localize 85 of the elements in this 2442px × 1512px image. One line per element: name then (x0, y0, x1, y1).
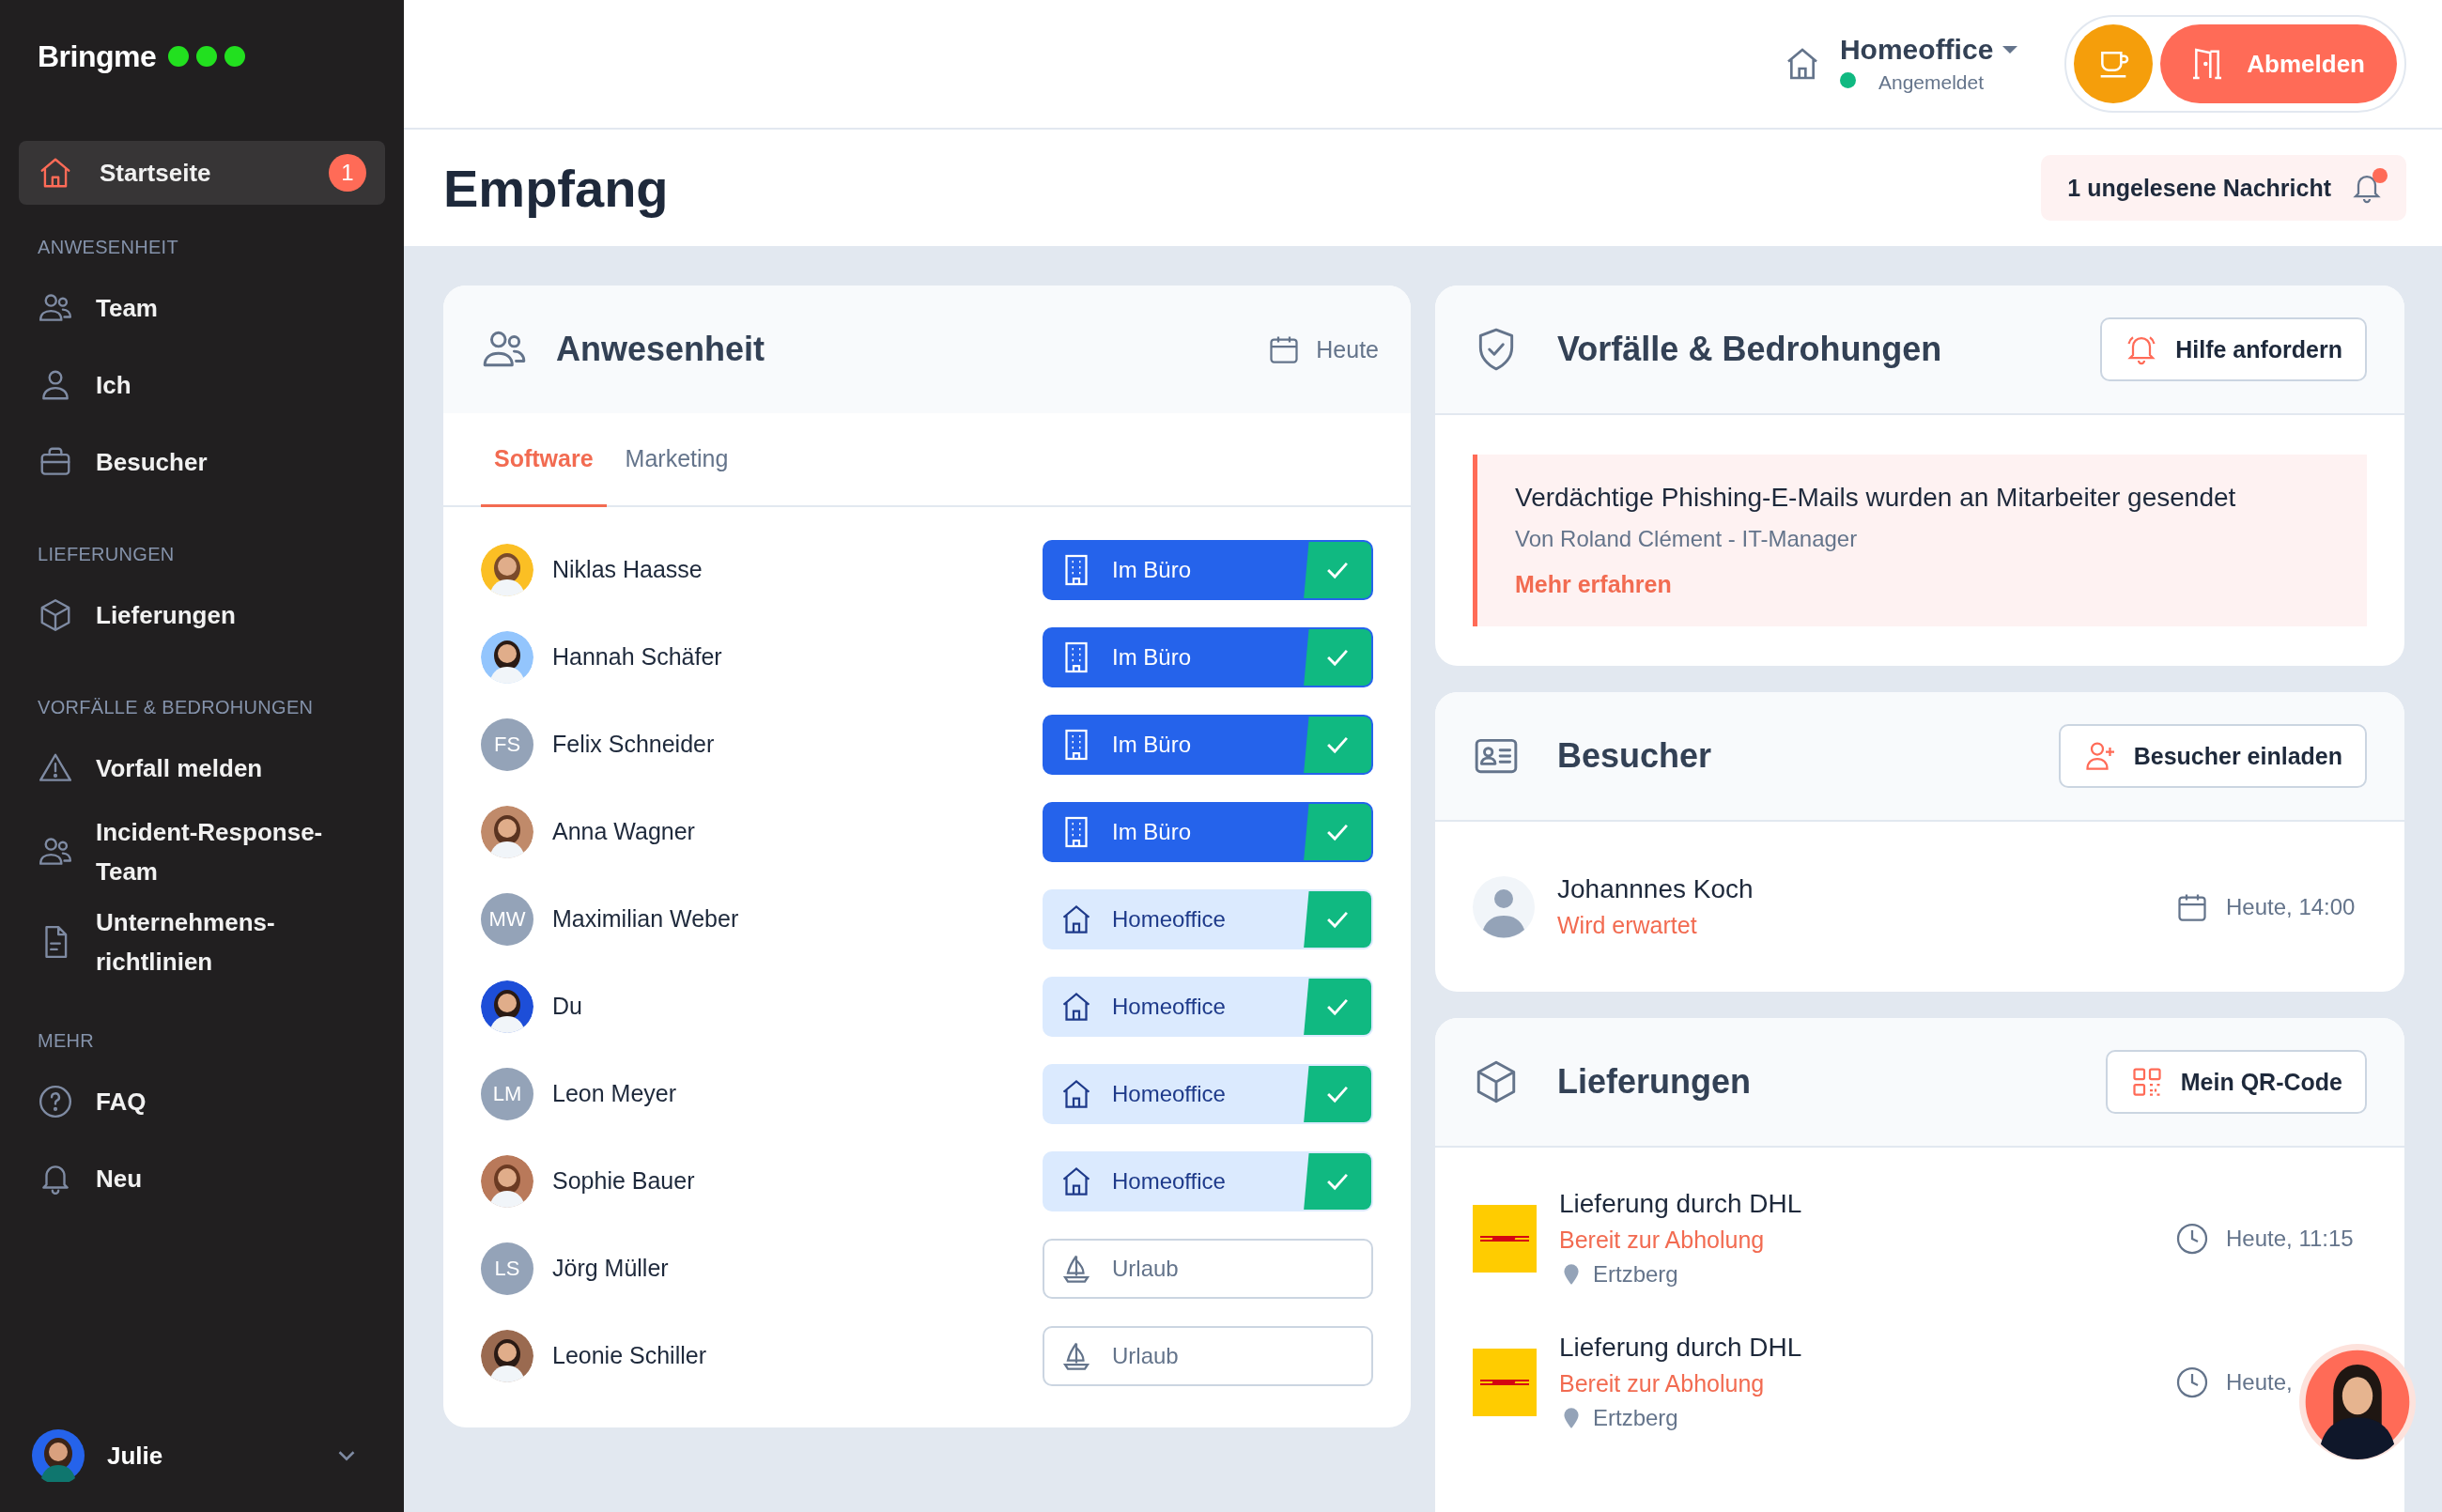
nav-item[interactable]: Vorfall melden (19, 730, 385, 807)
section-heading: VORFÄLLE & BEDROHUNGEN (37, 696, 315, 719)
help-button[interactable]: Hilfe anfordern (2100, 317, 2367, 381)
delivery-title: Lieferung durch DHL (1559, 1333, 1802, 1363)
nav-item[interactable]: Unternehmens-richtlinien (19, 897, 385, 987)
status-button[interactable]: Urlaub (1043, 1238, 1373, 1299)
nav-item[interactable]: Incident-Response-Team (19, 807, 385, 897)
visit-time: Heute, 14:00 (2226, 893, 2356, 920)
status-button[interactable]: Homeoffice (1043, 976, 1373, 1037)
avatar: LM (481, 1067, 533, 1120)
status-text: Angemeldet (1878, 71, 1985, 94)
count-badge: 1 (329, 154, 366, 192)
notifications-button[interactable]: 1 ungelesene Nachricht (2041, 155, 2406, 221)
clock-icon (2175, 1365, 2209, 1399)
nav-item[interactable]: Besucher (19, 424, 385, 501)
status-button[interactable]: Homeoffice (1043, 888, 1373, 949)
check-icon (1304, 716, 1371, 773)
check-icon (1304, 628, 1371, 686)
status-button[interactable]: Homeoffice (1043, 1150, 1373, 1211)
nav-item[interactable]: Neu (19, 1140, 385, 1217)
card-title: Vorfälle & Bedrohungen (1557, 330, 1943, 369)
person-name: Maximilian Weber (552, 905, 740, 933)
delivery-status: Bereit zur Abholung (1559, 1227, 1765, 1254)
user-menu[interactable]: Julie (19, 1399, 385, 1512)
visitor-name: Johannnes Koch (1557, 874, 1754, 904)
help-icon (38, 1084, 73, 1119)
status-button[interactable]: Im Büro (1043, 714, 1373, 775)
nav-item[interactable]: Startseite 1 (19, 141, 385, 205)
person-name: Felix Schneider (552, 731, 716, 758)
delivery-location: Ertzberg (1593, 1405, 1678, 1431)
person-name: Leon Meyer (552, 1080, 678, 1107)
avatar: LS (481, 1242, 533, 1295)
card-title: Besucher (1557, 736, 1713, 776)
alert-title: Verdächtige Phishing-E-Mails wurden an Mitarbeiter gesendet (1515, 483, 2236, 513)
check-icon (1304, 978, 1371, 1035)
invite-button[interactable]: Besucher einladen (2058, 724, 2367, 788)
status-button[interactable]: Im Büro (1043, 539, 1373, 600)
alert-author: Von Roland Clément - IT-Manager (1515, 526, 1858, 552)
person-name: Jörg Müller (552, 1255, 670, 1282)
person-name: Leonie Schiller (552, 1342, 707, 1369)
person-name: Anna Wagner (552, 818, 696, 845)
card-title: Anwesenheit (556, 330, 766, 369)
carrier-logo-icon (1473, 1348, 1537, 1416)
logo: Bringme (38, 39, 157, 74)
visitor-status: Wird erwartet (1557, 912, 1697, 939)
qr-code-button[interactable]: Mein QR-Code (2105, 1050, 2367, 1114)
delivery-location: Ertzberg (1593, 1261, 1678, 1288)
delivery-title: Lieferung durch DHL (1559, 1189, 1802, 1219)
section-heading: LIEFERUNGEN (37, 543, 176, 566)
nav-item[interactable]: FAQ (19, 1063, 385, 1140)
delivery-time: Heute, 11:15 (2226, 1225, 2354, 1252)
status-button[interactable]: Im Büro (1043, 626, 1373, 687)
status-button[interactable]: Im Büro (1043, 801, 1373, 862)
section-heading: MEHR (37, 1029, 96, 1053)
card-title: Lieferungen (1557, 1062, 1752, 1102)
check-icon (1304, 803, 1371, 860)
nav-item[interactable]: Ich (19, 347, 385, 424)
status-button[interactable]: Homeoffice (1043, 1063, 1373, 1124)
date-picker[interactable]: Heute (1267, 332, 1379, 366)
status-dots-icon (167, 45, 247, 68)
break-button[interactable] (2074, 24, 2154, 103)
caret-icon (2002, 46, 2018, 54)
check-icon (1304, 1065, 1371, 1122)
status-button[interactable]: Urlaub (1043, 1325, 1373, 1386)
location-selector[interactable]: Homeoffice Angemeldet (1783, 34, 2018, 94)
delivery-time: Heute, (2226, 1368, 2293, 1396)
avatar: FS (481, 717, 533, 771)
carrier-logo-icon (1473, 1204, 1537, 1273)
person-name: Hannah Schäfer (552, 643, 723, 671)
clock-icon (2175, 1221, 2209, 1256)
check-icon (1304, 541, 1371, 598)
delivery-status: Bereit zur Abholung (1559, 1370, 1765, 1397)
avatar-icon (1473, 875, 1535, 938)
nav-item[interactable]: Lieferungen (19, 577, 385, 654)
page-title: Empfang (443, 157, 669, 219)
tab[interactable]: Marketing (611, 413, 742, 507)
location-name: Homeoffice (1839, 34, 1994, 66)
person-name: Du (552, 993, 583, 1020)
section-heading: ANWESENHEIT (37, 236, 179, 259)
avatar: MW (481, 892, 533, 946)
person-name: Niklas Haasse (552, 556, 703, 583)
nav-item[interactable]: Team (19, 270, 385, 347)
check-icon (1304, 1152, 1371, 1210)
check-icon (1304, 890, 1371, 948)
person-name: Sophie Bauer (552, 1167, 696, 1195)
